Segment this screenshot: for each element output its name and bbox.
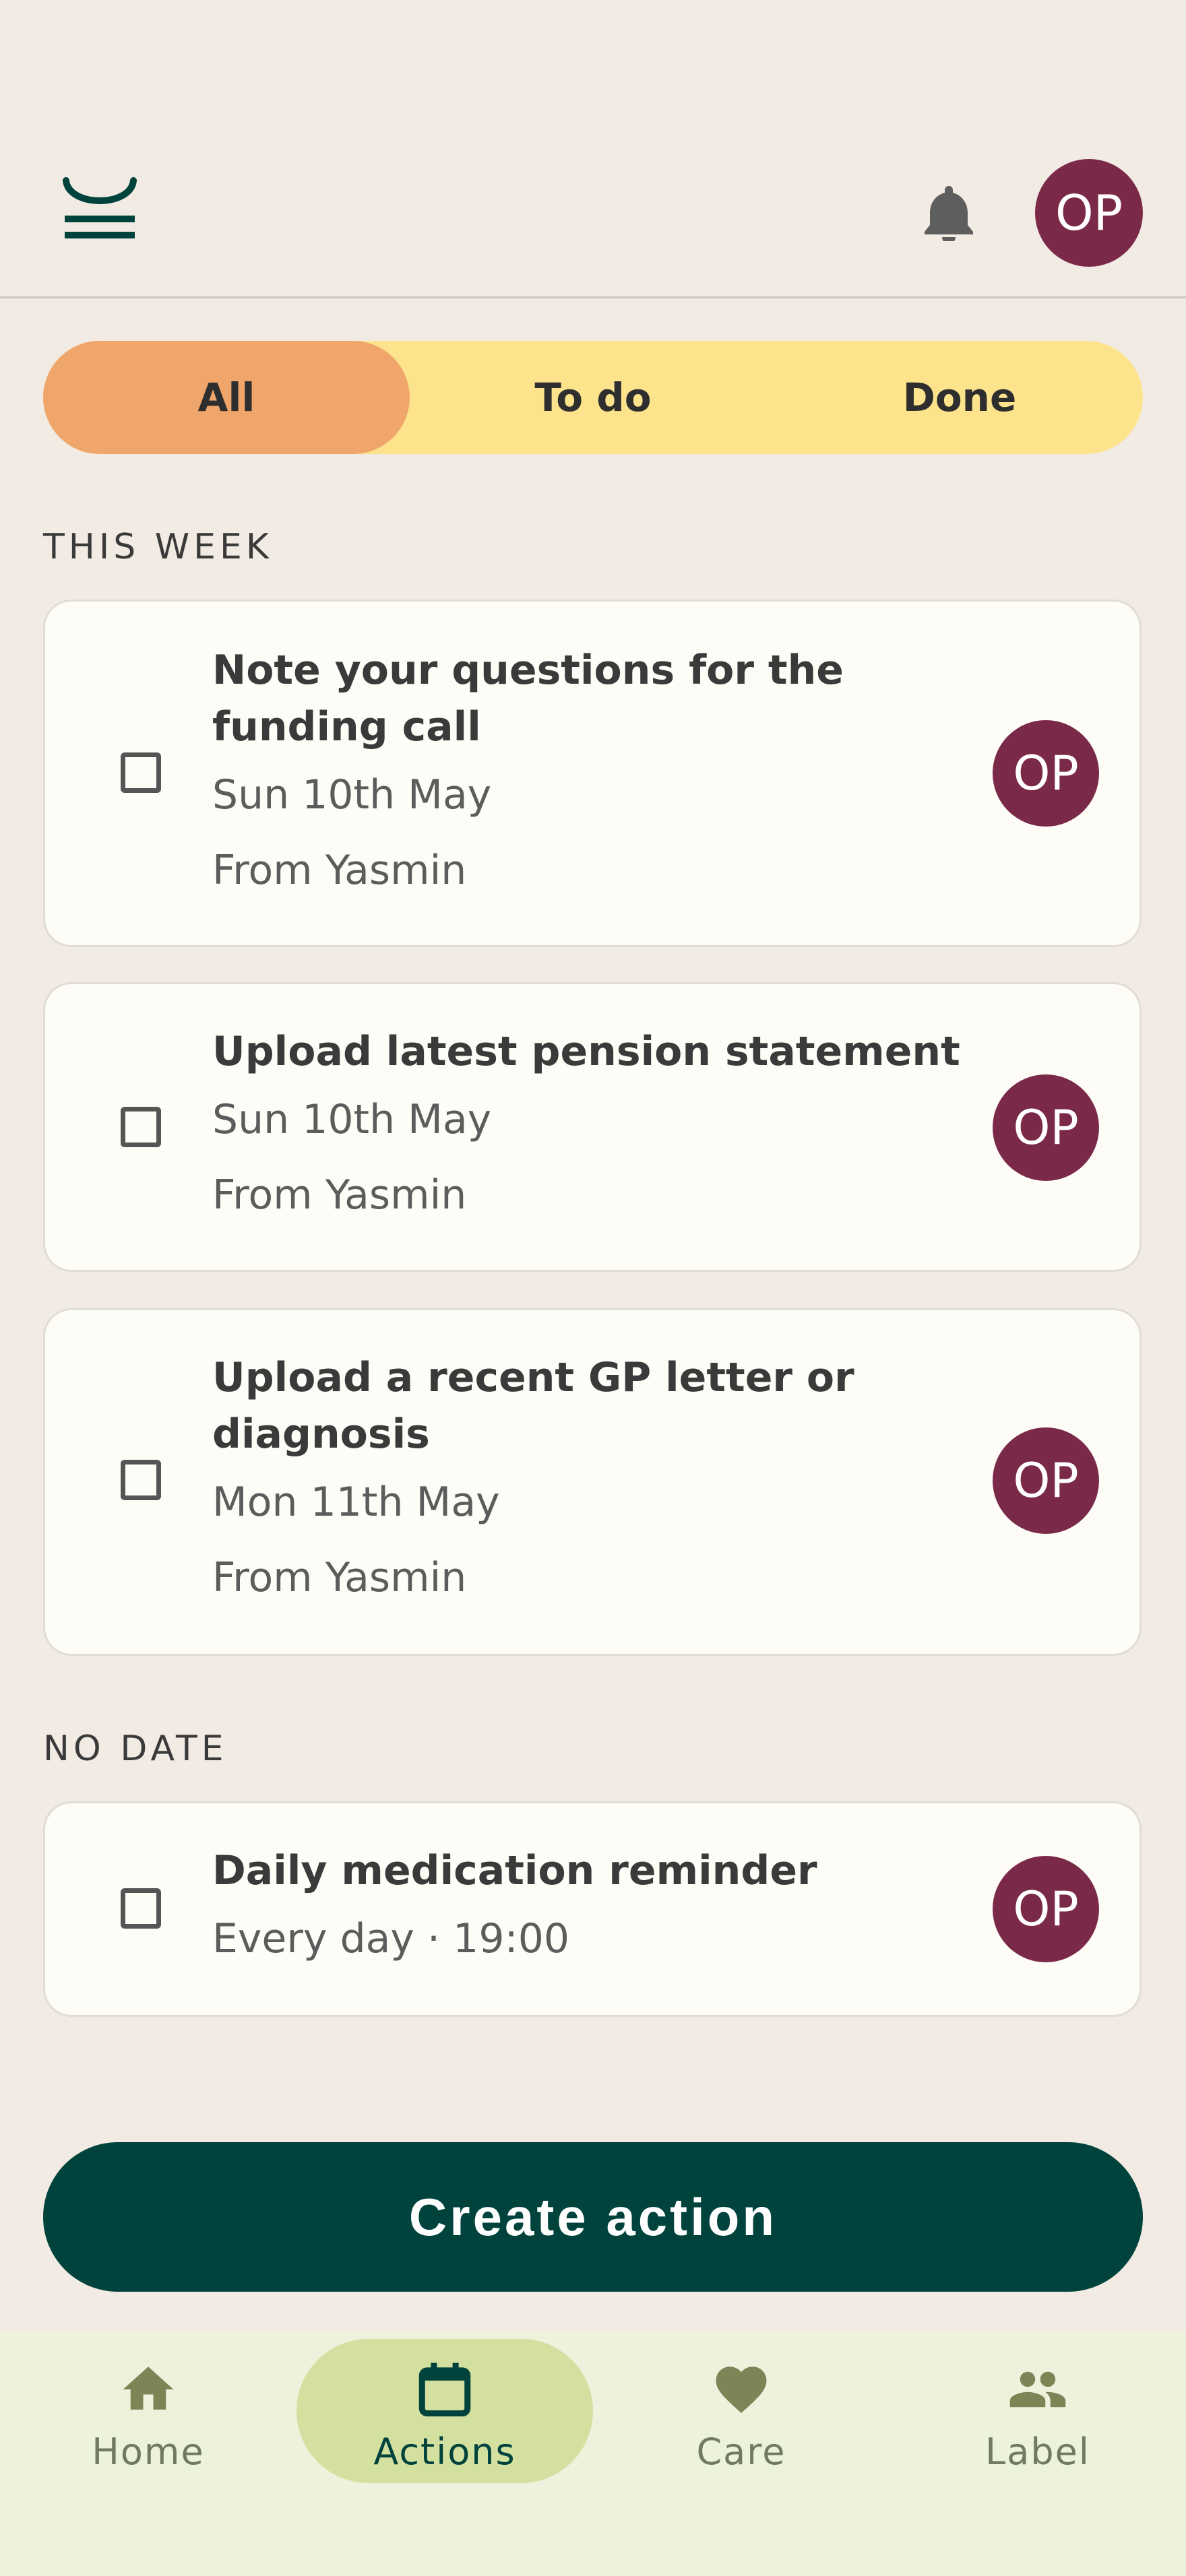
assignee-avatar: OP: [993, 1856, 1099, 1962]
action-title: Note your questions for the funding call: [212, 647, 844, 750]
filter-all[interactable]: All: [43, 341, 410, 454]
assignee-avatar: OP: [993, 1427, 1099, 1534]
action-date: Mon 11th May: [212, 1479, 500, 1526]
nav-item-home[interactable]: Home: [0, 2332, 296, 2494]
bottom-navigation: Home Actions Care Label: [0, 2332, 1186, 2576]
action-card[interactable]: Upload a recent GP letter or diagnosis M…: [43, 1308, 1142, 1656]
assignee-avatar: OP: [993, 720, 1099, 827]
home-icon: [123, 2366, 174, 2410]
action-card[interactable]: Note your questions for the funding call…: [43, 600, 1142, 947]
action-title: Daily medication reminder: [212, 1847, 817, 1894]
nav-item-care[interactable]: Care: [593, 2332, 890, 2494]
action-recurrence: Every day · 19:00: [212, 1915, 570, 1962]
assignee-avatar: OP: [993, 1074, 1099, 1181]
action-title: Upload a recent GP letter or diagnosis: [212, 1354, 854, 1458]
top-app-bar: OP: [0, 0, 1186, 296]
filter-done[interactable]: Done: [776, 341, 1143, 454]
action-card[interactable]: Upload latest pension statement Sun 10th…: [43, 982, 1142, 1272]
nav-item-actions[interactable]: Actions: [296, 2332, 593, 2494]
create-action-button[interactable]: Create action: [43, 2142, 1143, 2292]
app-logo-icon[interactable]: [62, 176, 137, 244]
action-checkbox[interactable]: [121, 752, 161, 793]
action-date: Sun 10th May: [212, 771, 492, 818]
action-card[interactable]: Daily medication reminder Every day · 19…: [43, 1801, 1142, 2017]
calendar-icon: [418, 2362, 471, 2417]
action-checkbox[interactable]: [121, 1888, 161, 1929]
action-checkbox[interactable]: [121, 1460, 161, 1500]
header-divider: [0, 296, 1186, 298]
nav-item-label[interactable]: Label: [890, 2332, 1186, 2494]
action-from: From Yasmin: [212, 847, 467, 894]
nav-label-actions: Actions: [373, 2430, 516, 2473]
nav-label-label: Label: [985, 2430, 1090, 2473]
nav-label-care: Care: [696, 2430, 786, 2473]
profile-avatar[interactable]: OP: [1035, 159, 1143, 267]
action-from: From Yasmin: [212, 1171, 467, 1219]
filter-to-do[interactable]: To do: [410, 341, 776, 454]
heart-icon: [716, 2366, 767, 2414]
action-from: From Yasmin: [212, 1554, 467, 1601]
people-icon: [1009, 2371, 1066, 2408]
action-date: Sun 10th May: [212, 1096, 492, 1143]
section-label-this-week: THIS WEEK: [43, 527, 273, 567]
bell-icon[interactable]: [922, 183, 976, 241]
action-checkbox[interactable]: [121, 1107, 161, 1147]
filter-segmented-control: All To do Done: [43, 341, 1143, 454]
action-title: Upload latest pension statement: [212, 1028, 960, 1075]
nav-label-home: Home: [92, 2430, 205, 2473]
section-label-no-date: NO DATE: [43, 1729, 228, 1769]
